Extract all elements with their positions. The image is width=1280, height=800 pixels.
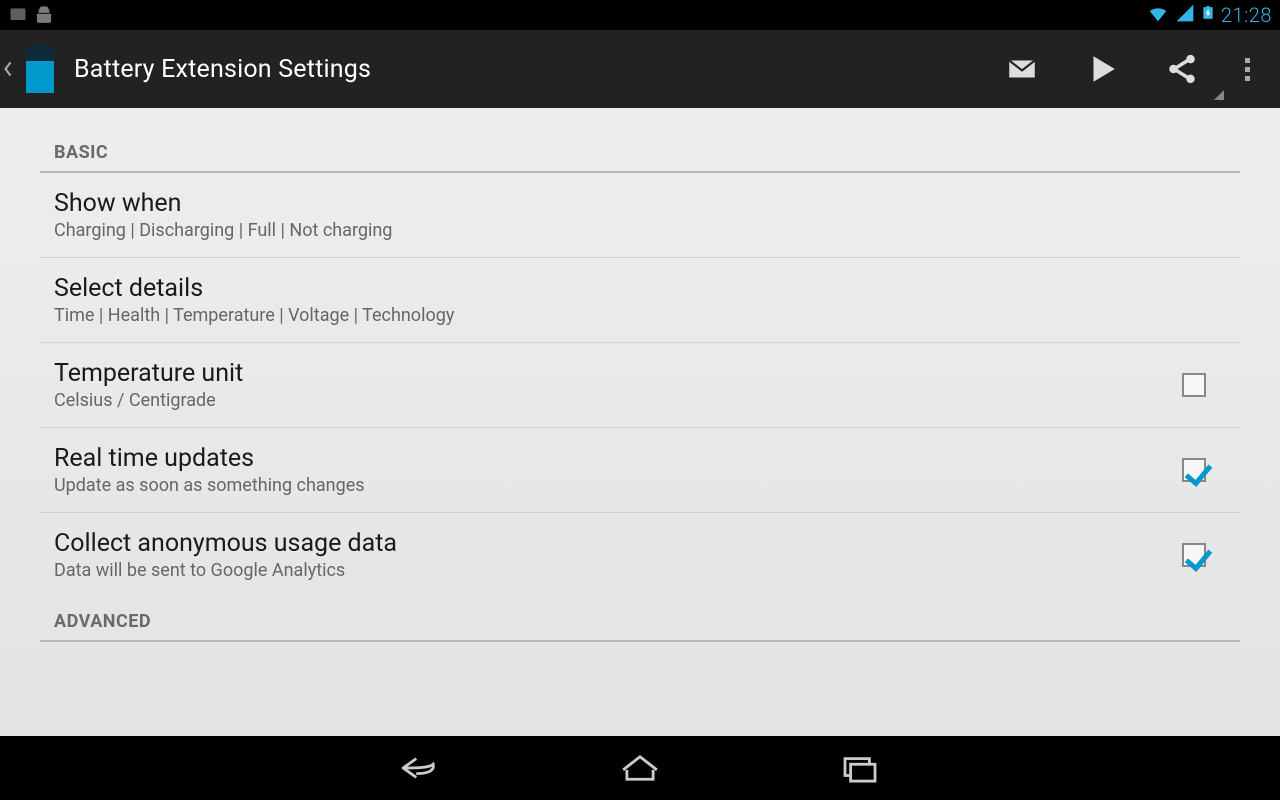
pref-summary: Celsius / Centigrade xyxy=(54,390,1182,411)
page-title: Battery Extension Settings xyxy=(74,55,371,84)
settings-list[interactable]: BASIC Show when Charging | Discharging |… xyxy=(0,108,1280,736)
pref-collect-usage-data[interactable]: Collect anonymous usage data Data will b… xyxy=(40,513,1240,597)
signal-icon xyxy=(1175,3,1195,28)
wifi-icon xyxy=(1147,2,1169,29)
pref-title: Real time updates xyxy=(54,444,1182,473)
status-clock: 21:28 xyxy=(1221,3,1272,27)
pref-title xyxy=(54,658,1226,676)
pref-summary: Charging | Discharging | Full | Not char… xyxy=(54,220,1226,241)
nav-back-button[interactable] xyxy=(390,748,450,788)
section-header-advanced: ADVANCED xyxy=(40,597,1240,642)
play-store-button[interactable] xyxy=(1062,30,1142,108)
pref-real-time-updates[interactable]: Real time updates Update as soon as some… xyxy=(40,428,1240,513)
pref-summary: Update as soon as something changes xyxy=(54,475,1182,496)
action-bar: Battery Extension Settings xyxy=(0,30,1280,108)
checkbox-real-time-updates[interactable] xyxy=(1182,458,1206,482)
pref-summary: Time | Health | Temperature | Voltage | … xyxy=(54,305,1226,326)
notification-icon xyxy=(8,5,28,25)
share-button[interactable] xyxy=(1142,30,1222,108)
pref-title: Temperature unit xyxy=(54,359,1182,388)
pref-show-when[interactable]: Show when Charging | Discharging | Full … xyxy=(40,173,1240,258)
checkbox-temperature-unit[interactable] xyxy=(1182,373,1206,397)
pref-title: Select details xyxy=(54,274,1226,303)
pref-advanced-item[interactable] xyxy=(40,642,1240,678)
battery-charging-icon xyxy=(1201,2,1215,29)
pref-title: Show when xyxy=(54,189,1226,218)
android-icon xyxy=(34,5,54,25)
nav-home-button[interactable] xyxy=(610,748,670,788)
mail-button[interactable] xyxy=(982,30,1062,108)
back-caret-icon[interactable] xyxy=(0,30,16,108)
pref-summary: Data will be sent to Google Analytics xyxy=(54,560,1182,581)
section-header-basic: BASIC xyxy=(40,108,1240,173)
pref-temperature-unit[interactable]: Temperature unit Celsius / Centigrade xyxy=(40,343,1240,428)
pref-title: Collect anonymous usage data xyxy=(54,529,1182,558)
nav-recents-button[interactable] xyxy=(830,748,890,788)
app-battery-icon[interactable] xyxy=(16,45,64,93)
checkbox-collect-usage-data[interactable] xyxy=(1182,543,1206,567)
navigation-bar xyxy=(0,736,1280,800)
overflow-menu-button[interactable] xyxy=(1222,30,1272,108)
status-bar: 21:28 xyxy=(0,0,1280,30)
pref-select-details[interactable]: Select details Time | Health | Temperatu… xyxy=(40,258,1240,343)
